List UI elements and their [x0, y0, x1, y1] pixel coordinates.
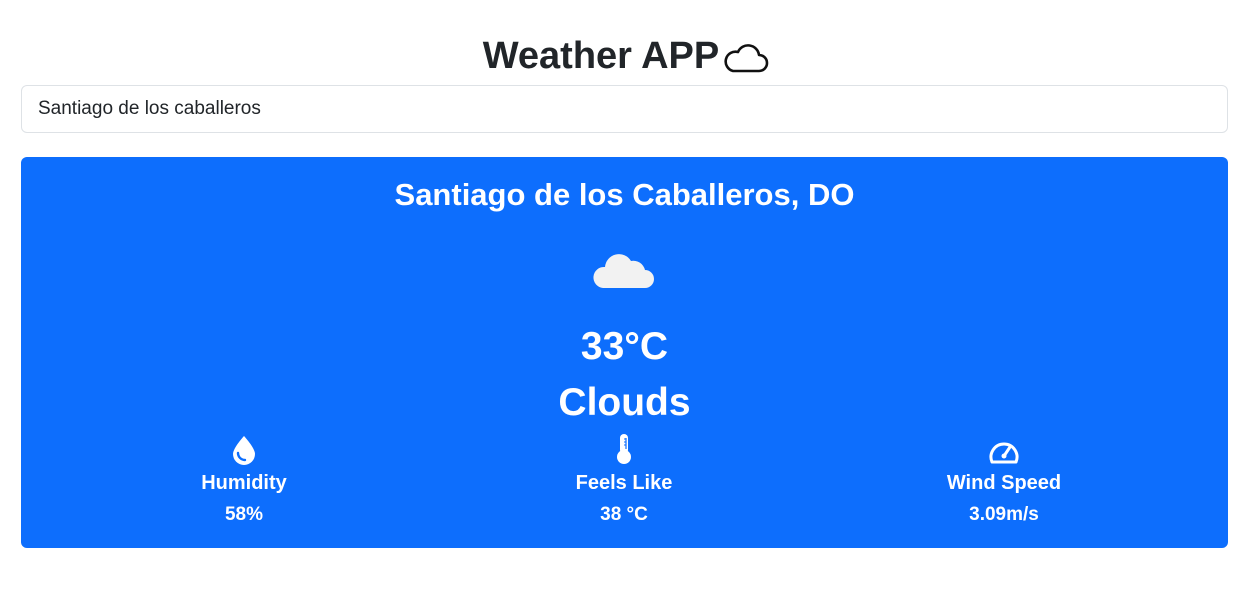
weather-card: Santiago de los Caballeros, DO 33°C Clou…: [21, 157, 1228, 548]
feels-like-value: 38 °C: [600, 504, 648, 525]
humidity-stat: Humidity 58%: [94, 433, 394, 528]
feels-like-label: Feels Like: [575, 472, 673, 494]
speedometer-icon: [854, 433, 1154, 465]
humidity-value: 58%: [224, 504, 264, 525]
thermometer-icon: [474, 433, 774, 465]
cloud-icon: [593, 249, 655, 291]
feels-like-stat: Feels Like 38 °C: [474, 433, 774, 528]
droplet-icon: [94, 433, 394, 465]
wind-speed-stat: Wind Speed 3.09m/s: [854, 433, 1154, 528]
location-name: Santiago de los Caballeros, DO: [394, 177, 855, 212]
city-search-input[interactable]: [21, 85, 1228, 133]
wind-speed-label: Wind Speed: [946, 472, 1062, 494]
humidity-label: Humidity: [201, 472, 287, 494]
wind-speed-value: 3.09m/s: [969, 504, 1039, 525]
temperature: 33°C: [580, 325, 669, 368]
cloud-outline-icon: [723, 41, 769, 75]
weather-condition: Clouds: [558, 381, 691, 424]
page-title: Weather APP: [482, 35, 720, 77]
app-header: Weather APP: [0, 28, 1252, 84]
